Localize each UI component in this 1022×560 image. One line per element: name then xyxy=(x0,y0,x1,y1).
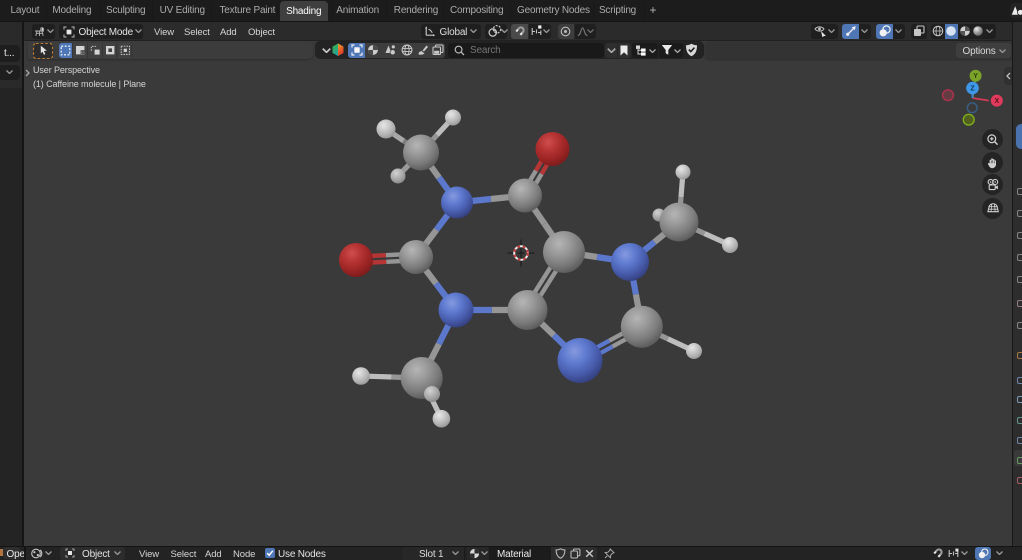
svg-text:Y: Y xyxy=(973,73,978,80)
svg-text:Z: Z xyxy=(970,86,975,93)
svg-text:X: X xyxy=(994,98,999,105)
